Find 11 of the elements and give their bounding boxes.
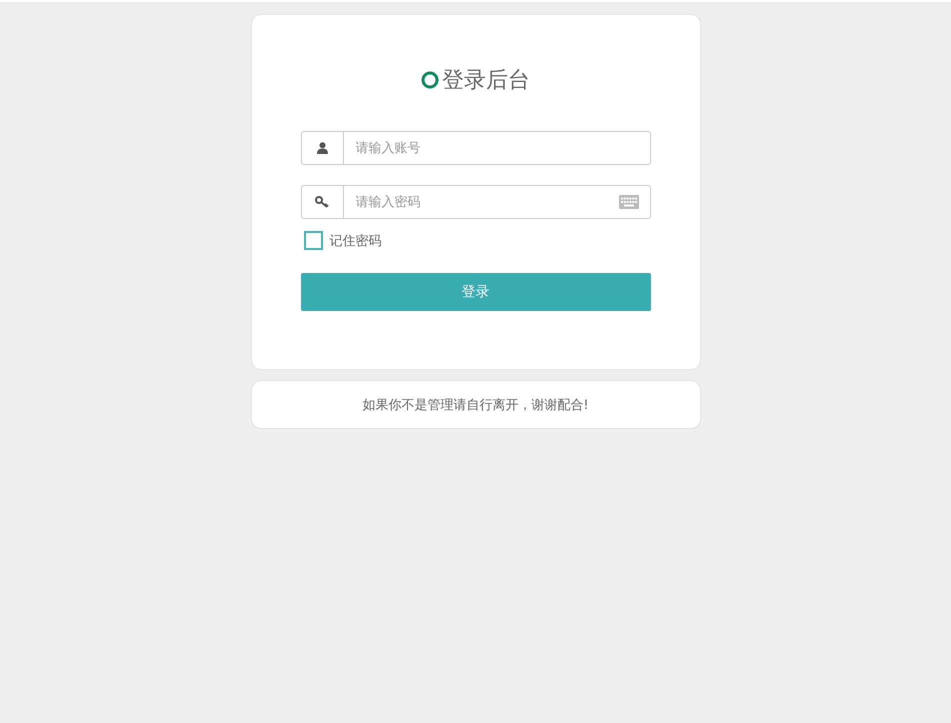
password-field[interactable]: 请输入密码 [342,185,650,219]
username-field[interactable]: 请输入账号 [342,131,650,165]
login-title: 登录后台 [442,67,530,95]
login-button[interactable]: 登录 [300,273,650,311]
key-icon [315,196,329,208]
ring-icon [421,71,439,89]
keyboard-icon[interactable] [618,195,638,209]
notice-text: 如果你不是管理请自行离开，谢谢配合! [362,396,589,414]
user-icon [316,142,328,154]
remember-label: 记住密码 [330,232,382,250]
remember-checkbox[interactable] [304,231,322,250]
